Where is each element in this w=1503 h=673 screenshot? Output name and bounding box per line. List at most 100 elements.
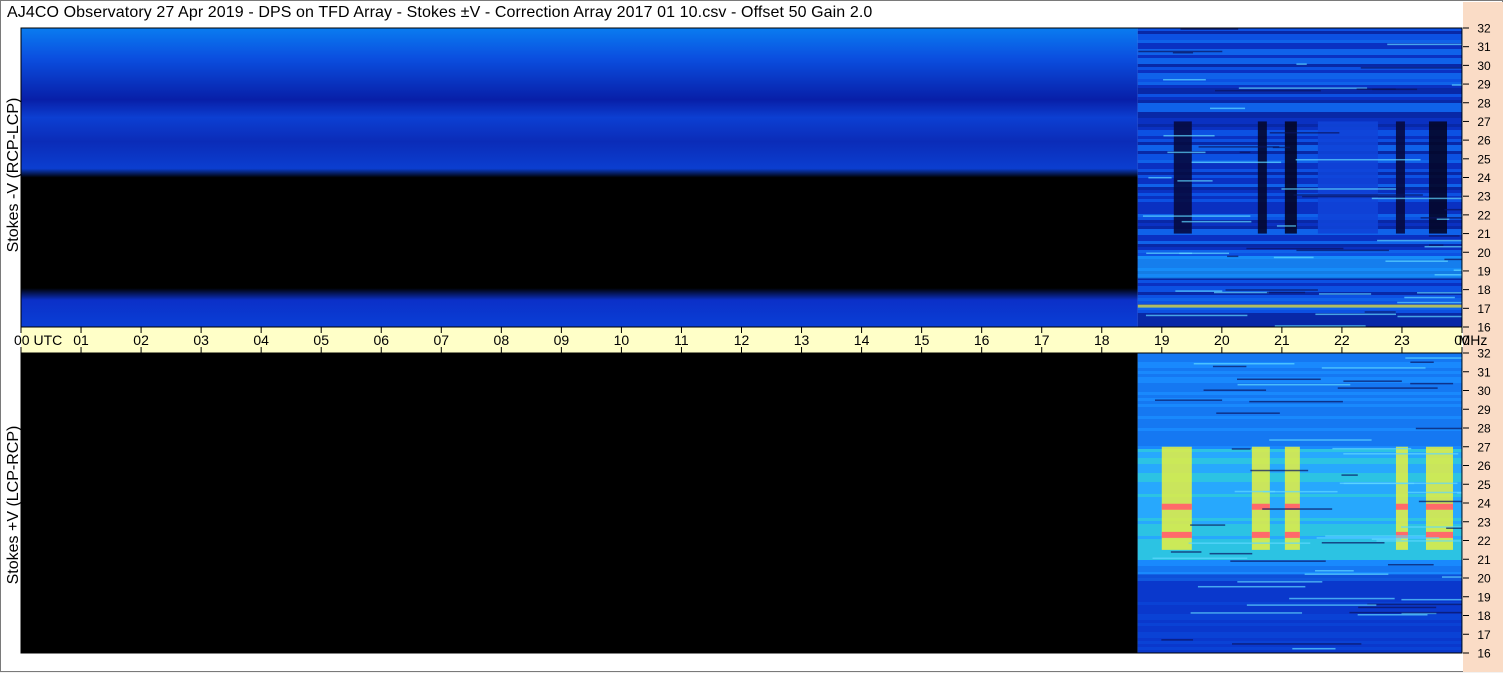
- spectrogram-rfi-line: [1405, 357, 1462, 359]
- spectrogram-feature-column: [1284, 121, 1297, 234]
- spectrogram-rfi-line: [1167, 151, 1206, 154]
- spectrogram-rfi-line: [1377, 239, 1462, 242]
- time-tick-label: 21: [1274, 332, 1290, 348]
- time-tick-label: 14: [854, 332, 870, 348]
- spectrogram-rfi-line: [1269, 132, 1340, 134]
- spectrogram-rfi-line: [1237, 383, 1351, 386]
- spectrogram-rfi-line: [1210, 107, 1246, 110]
- spectrogram-rfi-line: [1434, 274, 1462, 276]
- spectrogram-stripe: [1137, 425, 1462, 428]
- spectrogram-rfi-line: [1321, 542, 1385, 544]
- spectrogram-rfi-line: [1358, 606, 1437, 609]
- spectrogram-rfi-line: [1193, 362, 1295, 365]
- spectrogram-rfi-line: [1181, 220, 1252, 223]
- spectrogram-peak-band: [1395, 503, 1408, 510]
- time-tick-label: 15: [914, 332, 930, 348]
- spectrogram-rfi-line: [1180, 28, 1239, 30]
- spectrogram-rfi-line: [1417, 292, 1462, 294]
- spectrogram-rfi-line: [1246, 247, 1344, 250]
- spectrogram-rfi-line: [1295, 158, 1421, 161]
- spectrogram-rfi-line: [1318, 293, 1372, 295]
- spectrogram-rfi-line: [1214, 291, 1269, 294]
- spectrogram-rfi-line: [1190, 524, 1226, 526]
- freq-tick-label: 23: [1477, 190, 1491, 204]
- spectrogram-rfi-line: [1321, 367, 1426, 369]
- freq-tick-label: 30: [1477, 59, 1491, 73]
- spectrogram-rfi-line: [1357, 614, 1428, 616]
- spectrogram-stripe: [1137, 371, 1462, 374]
- spectrogram-stripe: [1137, 392, 1462, 395]
- spectrogram-stripe: [1137, 319, 1462, 322]
- spectrogram-rfi-line: [1371, 538, 1401, 541]
- spectrogram-rfi-line: [1397, 301, 1462, 304]
- spectrogram-stripe: [1137, 235, 1462, 238]
- spectrogram-rfi-line: [1444, 208, 1462, 211]
- spectrogram-rfi-line: [1152, 557, 1248, 560]
- spectrogram-stripe: [1137, 407, 1462, 410]
- spectrogram-rfi-line: [1410, 361, 1434, 363]
- time-tick-label: 01: [73, 332, 89, 348]
- spectrogram-empty-region-1: [21, 28, 1138, 327]
- freq-tick-label: 21: [1477, 227, 1491, 241]
- spectrogram-data-region-2: [1137, 353, 1462, 653]
- spectrogram-rfi-line: [1177, 180, 1213, 182]
- spectrogram-rfi-line: [1332, 447, 1412, 450]
- time-tick-label: 02: [133, 332, 149, 348]
- spectrogram-rfi-line: [1407, 491, 1462, 494]
- spectrogram-rfi-line: [1397, 315, 1462, 318]
- freq-tick-label: 28: [1477, 422, 1491, 436]
- freq-tick-label: 20: [1477, 572, 1491, 586]
- spectrogram-stripe: [1137, 82, 1462, 85]
- spectrogram-stripe: [1137, 46, 1462, 49]
- spectrogram-stripe: [1137, 431, 1462, 434]
- spectrogram-peak-band: [1425, 503, 1453, 510]
- time-tick-label: 04: [253, 332, 269, 348]
- spectrogram-stripe: [1137, 443, 1462, 446]
- spectrogram-rfi-line: [1404, 296, 1455, 299]
- spectrogram-rfi-line: [1262, 490, 1338, 493]
- spectrogram-rfi-line: [1337, 387, 1438, 389]
- spectrogram-rfi-line: [1296, 63, 1307, 65]
- freq-tick-label: 32: [1477, 22, 1491, 36]
- time-tick-label: 20: [1214, 332, 1230, 348]
- freq-tick-label: 22: [1477, 534, 1491, 548]
- spectrogram-rfi-line: [1304, 573, 1389, 575]
- spectrogram-rfi-line: [1453, 269, 1462, 271]
- spectrogram-peak-band: [1251, 531, 1270, 538]
- spectrogram-stripe: [1137, 566, 1462, 569]
- spectrogram-rfi-line: [1444, 258, 1462, 261]
- spectrogram-rfi-line: [1385, 260, 1448, 262]
- spectrogram-stripe: [1137, 106, 1462, 109]
- spectrogram-stripe: [1137, 410, 1462, 413]
- spectrogram-stripe: [1137, 91, 1462, 94]
- spectrogram-peak-band: [1284, 531, 1300, 538]
- spectrogram-rfi-line: [1410, 382, 1454, 385]
- time-tick-label: 22: [1334, 332, 1350, 348]
- freq-tick-label: 19: [1477, 590, 1491, 604]
- spectrogram-stripe: [1137, 103, 1462, 106]
- spectrogram-rfi-line: [1212, 365, 1247, 368]
- spectrogram-rfi-line: [1227, 255, 1239, 258]
- spectrogram-rfi-line: [1387, 563, 1434, 566]
- freq-tick-label: 20: [1477, 246, 1491, 260]
- spectrogram-rfi-line: [1142, 215, 1251, 217]
- spectrogram-rfi-line: [1360, 67, 1462, 69]
- spectrogram-stripe: [1137, 380, 1462, 383]
- spectrogram-rfi-line: [1273, 256, 1314, 259]
- spectrogram-stripe: [1137, 419, 1462, 422]
- spectrogram-rfi-line: [1191, 161, 1282, 164]
- spectrogram-rfi-line: [1175, 290, 1223, 292]
- spectrogram-stripe: [1137, 73, 1462, 76]
- spectrogram-rfi-line: [1436, 218, 1450, 220]
- spectrogram-rfi-line: [1343, 380, 1402, 382]
- spectrogram-rfi-line: [1198, 146, 1280, 148]
- spectrogram-empty-region-2: [21, 353, 1138, 653]
- spectrogram-rfi-line: [1237, 378, 1321, 381]
- spectrogram-rfi-line: [1315, 570, 1354, 572]
- spectrogram-stripe: [1137, 109, 1462, 112]
- spectrogram-rfi-line: [1276, 225, 1296, 227]
- spectrogram-rfi-line: [1216, 412, 1280, 414]
- spectrogram-stripe: [1137, 112, 1462, 115]
- freq-tick-label: 31: [1477, 40, 1491, 54]
- spectrogram-rfi-line: [1145, 314, 1248, 317]
